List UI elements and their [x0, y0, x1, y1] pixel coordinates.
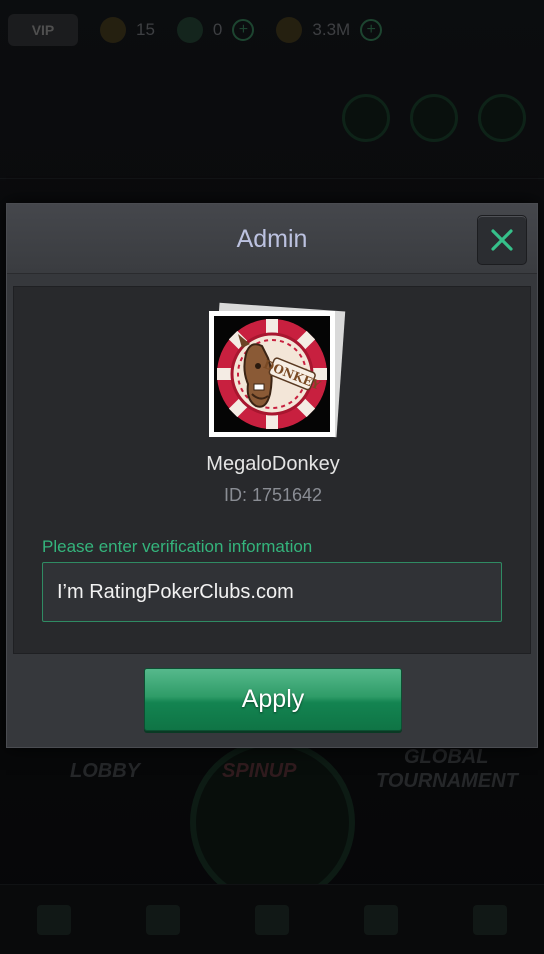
dialog-title: Admin — [236, 225, 308, 253]
close-button[interactable] — [477, 215, 527, 265]
donkey-poker-chip-icon: DONKEY — [217, 319, 327, 429]
user-id: ID: 1751642 — [223, 485, 323, 505]
avatar-frame: DONKEY — [209, 302, 346, 438]
dialog-header: Admin — [7, 204, 537, 274]
verification-label: Please enter verification information — [42, 537, 313, 556]
avatar: DONKEY — [209, 311, 335, 437]
username: MegaloDonkey — [206, 453, 340, 475]
admin-dialog: Admin DONKEY MegaloDonkey ID: 1751642 Pl… — [6, 203, 538, 748]
apply-button[interactable]: Apply — [144, 668, 402, 731]
user-info-panel: DONKEY MegaloDonkey ID: 1751642 Please e… — [13, 286, 531, 654]
close-icon — [491, 229, 513, 251]
verification-input[interactable] — [42, 562, 502, 622]
